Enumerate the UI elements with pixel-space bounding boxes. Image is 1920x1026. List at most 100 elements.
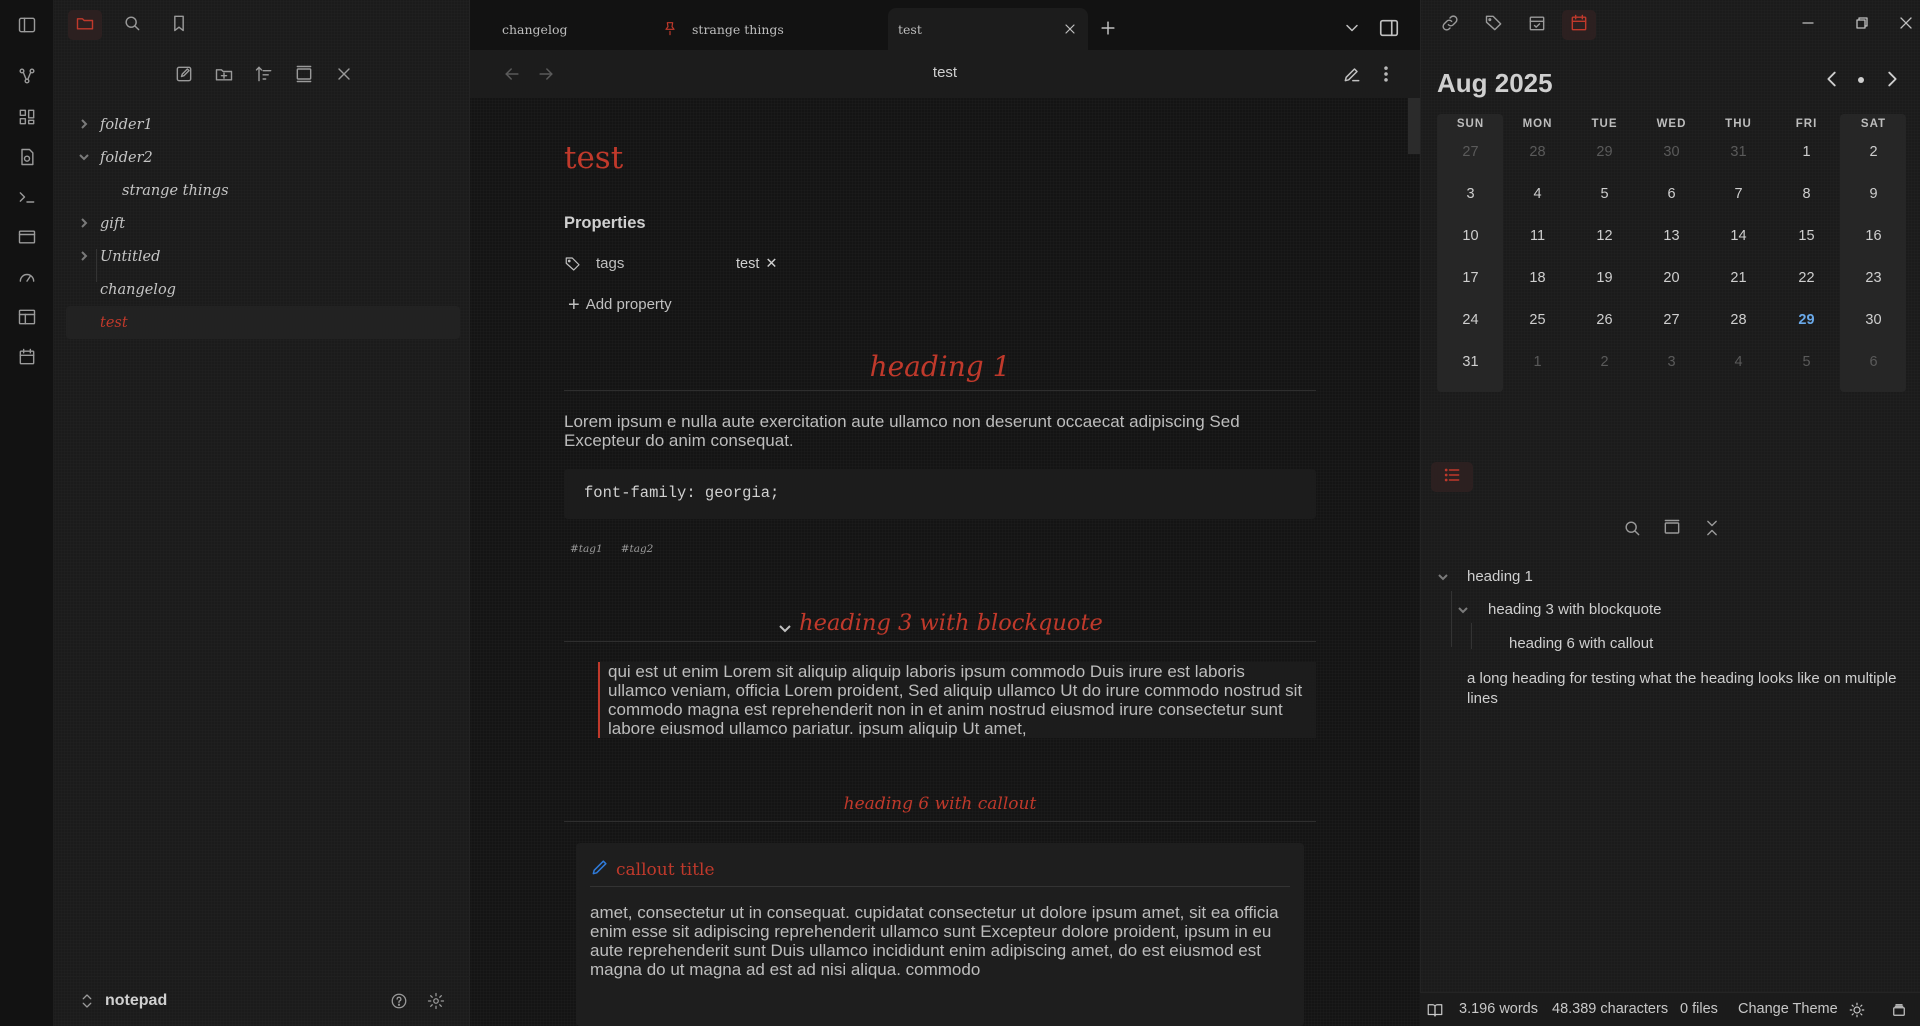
new-note-button[interactable] <box>168 62 200 90</box>
calendar-day[interactable]: 31 <box>1705 144 1772 160</box>
calendar-day[interactable]: 28 <box>1705 312 1772 328</box>
settings-gear-icon[interactable] <box>427 992 449 1014</box>
chevron-down-icon[interactable] <box>777 616 793 633</box>
calendar-day[interactable]: 11 <box>1504 228 1571 244</box>
pin-icon[interactable] <box>662 20 678 39</box>
calendar-day[interactable]: 24 <box>1437 312 1504 328</box>
tab-changelog[interactable]: changelog <box>488 8 638 50</box>
restore-window-button[interactable] <box>1837 10 1887 40</box>
tags-tab-button[interactable] <box>1477 10 1511 40</box>
blockquote[interactable]: qui est ut enim Lorem sit aliquip aliqui… <box>598 662 1316 738</box>
auto-reveal-button[interactable] <box>288 62 320 90</box>
calendar-day[interactable]: 26 <box>1571 312 1638 328</box>
note-icon[interactable] <box>13 143 41 171</box>
add-property-button[interactable]: + Add property <box>568 294 672 317</box>
terminal-icon[interactable] <box>13 183 41 211</box>
properties-heading[interactable]: Properties <box>564 214 646 233</box>
tag-link[interactable]: #tag1 <box>570 543 603 555</box>
edit-mode-icon[interactable] <box>1342 64 1362 84</box>
sun-icon[interactable] <box>1848 1001 1866 1023</box>
calendar-day[interactable]: 4 <box>1705 354 1772 370</box>
chevron-down-icon[interactable] <box>1437 570 1449 582</box>
calendar-day[interactable]: 28 <box>1504 144 1571 160</box>
calendar-tab-button[interactable] <box>1562 10 1596 40</box>
tab-test[interactable]: test <box>888 8 1088 50</box>
outline-item[interactable]: heading 1 <box>1467 568 1533 585</box>
change-theme-button[interactable]: Change Theme <box>1738 1001 1838 1017</box>
backlinks-tab-button[interactable] <box>1433 10 1467 40</box>
scrollbar-thumb[interactable] <box>1408 98 1420 154</box>
paragraph[interactable]: Lorem ipsum e nulla aute exercitation au… <box>564 412 1316 450</box>
calendar-day[interactable]: 5 <box>1773 354 1840 370</box>
calendar-day[interactable]: 16 <box>1840 228 1907 244</box>
outline-item[interactable]: heading 6 with callout <box>1509 635 1653 652</box>
calendar-day[interactable]: 22 <box>1773 270 1840 286</box>
code-block[interactable]: font-family: georgia; <box>564 469 1316 519</box>
today-dot-icon[interactable] <box>1853 72 1869 88</box>
collapse-all-button[interactable] <box>328 62 360 90</box>
tree-item-strange-things[interactable]: strange things <box>66 174 460 207</box>
calendar-day[interactable]: 7 <box>1705 186 1772 202</box>
canvas-icon[interactable] <box>13 103 41 131</box>
files-count[interactable]: 0 files <box>1680 1001 1718 1017</box>
calendar-day[interactable]: 30 <box>1840 312 1907 328</box>
calendar-day[interactable]: 17 <box>1437 270 1504 286</box>
new-tab-button[interactable] <box>1098 8 1128 50</box>
calendar-day[interactable]: 14 <box>1705 228 1772 244</box>
calendar-icon[interactable] <box>13 343 41 371</box>
close-window-button[interactable] <box>1891 10 1920 40</box>
outline-tab-button[interactable] <box>1431 462 1473 492</box>
calendar-day[interactable]: 6 <box>1840 354 1907 370</box>
files-tab-button[interactable] <box>68 10 102 40</box>
tree-item-untitled[interactable]: Untitled <box>66 240 460 273</box>
calendar-day[interactable]: 21 <box>1705 270 1772 286</box>
note-title[interactable]: test <box>564 140 623 176</box>
calendar-day[interactable]: 12 <box>1571 228 1638 244</box>
calendar-day[interactable]: 27 <box>1437 144 1504 160</box>
outline-item[interactable]: heading 3 with blockquote <box>1488 601 1661 618</box>
calendar-day[interactable]: 2 <box>1840 144 1907 160</box>
close-icon[interactable] <box>1062 21 1078 40</box>
calendar-day[interactable]: 1 <box>1504 354 1571 370</box>
calendar-month-title[interactable]: Aug 2025 <box>1437 68 1553 99</box>
calendar-day[interactable]: 4 <box>1504 186 1571 202</box>
calendar-day[interactable]: 5 <box>1571 186 1638 202</box>
calendar-day[interactable]: 9 <box>1840 186 1907 202</box>
tree-item-test[interactable]: test <box>66 306 460 339</box>
calendar-day[interactable]: 3 <box>1638 354 1705 370</box>
calendar-day[interactable]: 2 <box>1571 354 1638 370</box>
outline-reveal-button[interactable] <box>1657 515 1687 545</box>
reading-mode-icon[interactable] <box>1426 1001 1444 1023</box>
tree-item-folder1[interactable]: folder1 <box>66 108 460 141</box>
chevron-left-icon[interactable] <box>1821 68 1843 92</box>
calendar-day[interactable]: 25 <box>1504 312 1571 328</box>
calendar-day[interactable]: 8 <box>1773 186 1840 202</box>
sync-status-icon[interactable] <box>1890 1001 1908 1023</box>
tab-strange-things[interactable]: strange things <box>654 8 854 50</box>
search-tab-button[interactable] <box>115 10 149 40</box>
heading-1[interactable]: heading 1 <box>564 350 1316 383</box>
more-options-icon[interactable] <box>1376 64 1396 84</box>
template-icon[interactable] <box>13 303 41 331</box>
tree-item-gift[interactable]: gift <box>66 207 460 240</box>
calendar-day[interactable]: 29 <box>1571 144 1638 160</box>
outline-collapse-button[interactable] <box>1697 515 1727 545</box>
remove-tag-icon[interactable]: ✕ <box>765 256 777 272</box>
new-folder-button[interactable] <box>208 62 240 90</box>
calendar-day[interactable]: 15 <box>1773 228 1840 244</box>
heading-3[interactable]: heading 3 with blockquote <box>564 610 1316 636</box>
tag-link[interactable]: #tag2 <box>621 543 654 555</box>
property-key[interactable]: tags <box>596 255 624 272</box>
calendar-day[interactable]: 19 <box>1571 270 1638 286</box>
calendar-day[interactable]: 31 <box>1437 354 1504 370</box>
calendar-day[interactable]: 23 <box>1840 270 1907 286</box>
calendar-day-today[interactable]: 29 <box>1773 312 1840 328</box>
help-icon[interactable] <box>390 992 412 1014</box>
chevron-right-icon[interactable] <box>1881 68 1903 92</box>
chevrons-up-down-icon[interactable] <box>78 992 96 1010</box>
view-title[interactable]: test <box>470 64 1420 81</box>
heading-6[interactable]: heading 6 with callout <box>564 794 1316 814</box>
property-value-pill[interactable]: test ✕ <box>736 256 778 272</box>
calendar-day[interactable]: 10 <box>1437 228 1504 244</box>
calendar-day[interactable]: 3 <box>1437 186 1504 202</box>
